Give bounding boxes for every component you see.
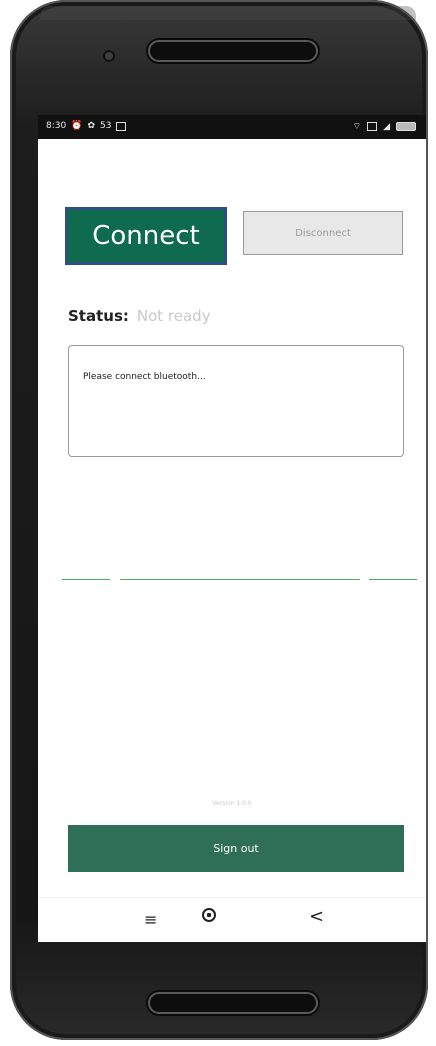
version-text: Version 1.0.0 bbox=[212, 800, 252, 807]
disconnect-button[interactable]: Disconnect bbox=[243, 211, 403, 255]
settings-icon: ✿ bbox=[87, 121, 95, 131]
status-bar: 8:30 ⏰ ✿ 53 ⌔ ◢ bbox=[38, 115, 426, 139]
nfc-icon bbox=[367, 122, 378, 131]
connect-button[interactable]: Connect bbox=[65, 207, 227, 265]
notification-count: 53 bbox=[99, 121, 112, 131]
sign-out-button[interactable]: Sign out bbox=[68, 825, 404, 872]
notification-app-icon bbox=[116, 121, 127, 131]
log-text: Please connect bluetooth... bbox=[83, 372, 206, 382]
status-bar-right: ⌔ ◢ bbox=[353, 121, 416, 132]
divider-line-right bbox=[369, 579, 417, 580]
status-bar-left: 8:30 ⏰ ✿ 53 bbox=[46, 121, 127, 131]
clock-time: 8:30 bbox=[46, 121, 67, 131]
front-camera bbox=[105, 52, 113, 60]
signal-icon: ◢ bbox=[383, 121, 390, 132]
divider-line-left bbox=[62, 579, 110, 580]
log-textbox[interactable]: Please connect bluetooth... bbox=[68, 345, 404, 457]
status-row: Status: Not ready bbox=[68, 307, 211, 325]
system-nav-bar: ≡ < bbox=[38, 897, 426, 942]
phone-frame: 8:30 ⏰ ✿ 53 ⌔ ◢ Connect Disconnect Statu… bbox=[10, 0, 428, 1040]
status-value: Not ready bbox=[136, 307, 211, 325]
phone-top-edge bbox=[40, 6, 416, 20]
status-label: Status: bbox=[68, 307, 129, 325]
recent-apps-icon[interactable]: ≡ bbox=[144, 910, 157, 929]
bottom-speaker bbox=[148, 992, 318, 1014]
app-screen: 8:30 ⏰ ✿ 53 ⌔ ◢ Connect Disconnect Statu… bbox=[38, 115, 426, 942]
back-icon[interactable]: < bbox=[309, 906, 324, 927]
earpiece-speaker bbox=[148, 40, 318, 62]
divider-line-center bbox=[120, 579, 360, 580]
alarm-icon: ⏰ bbox=[71, 121, 83, 131]
home-icon[interactable] bbox=[202, 908, 216, 922]
wifi-icon: ⌔ bbox=[352, 122, 362, 132]
battery-icon bbox=[396, 122, 416, 131]
